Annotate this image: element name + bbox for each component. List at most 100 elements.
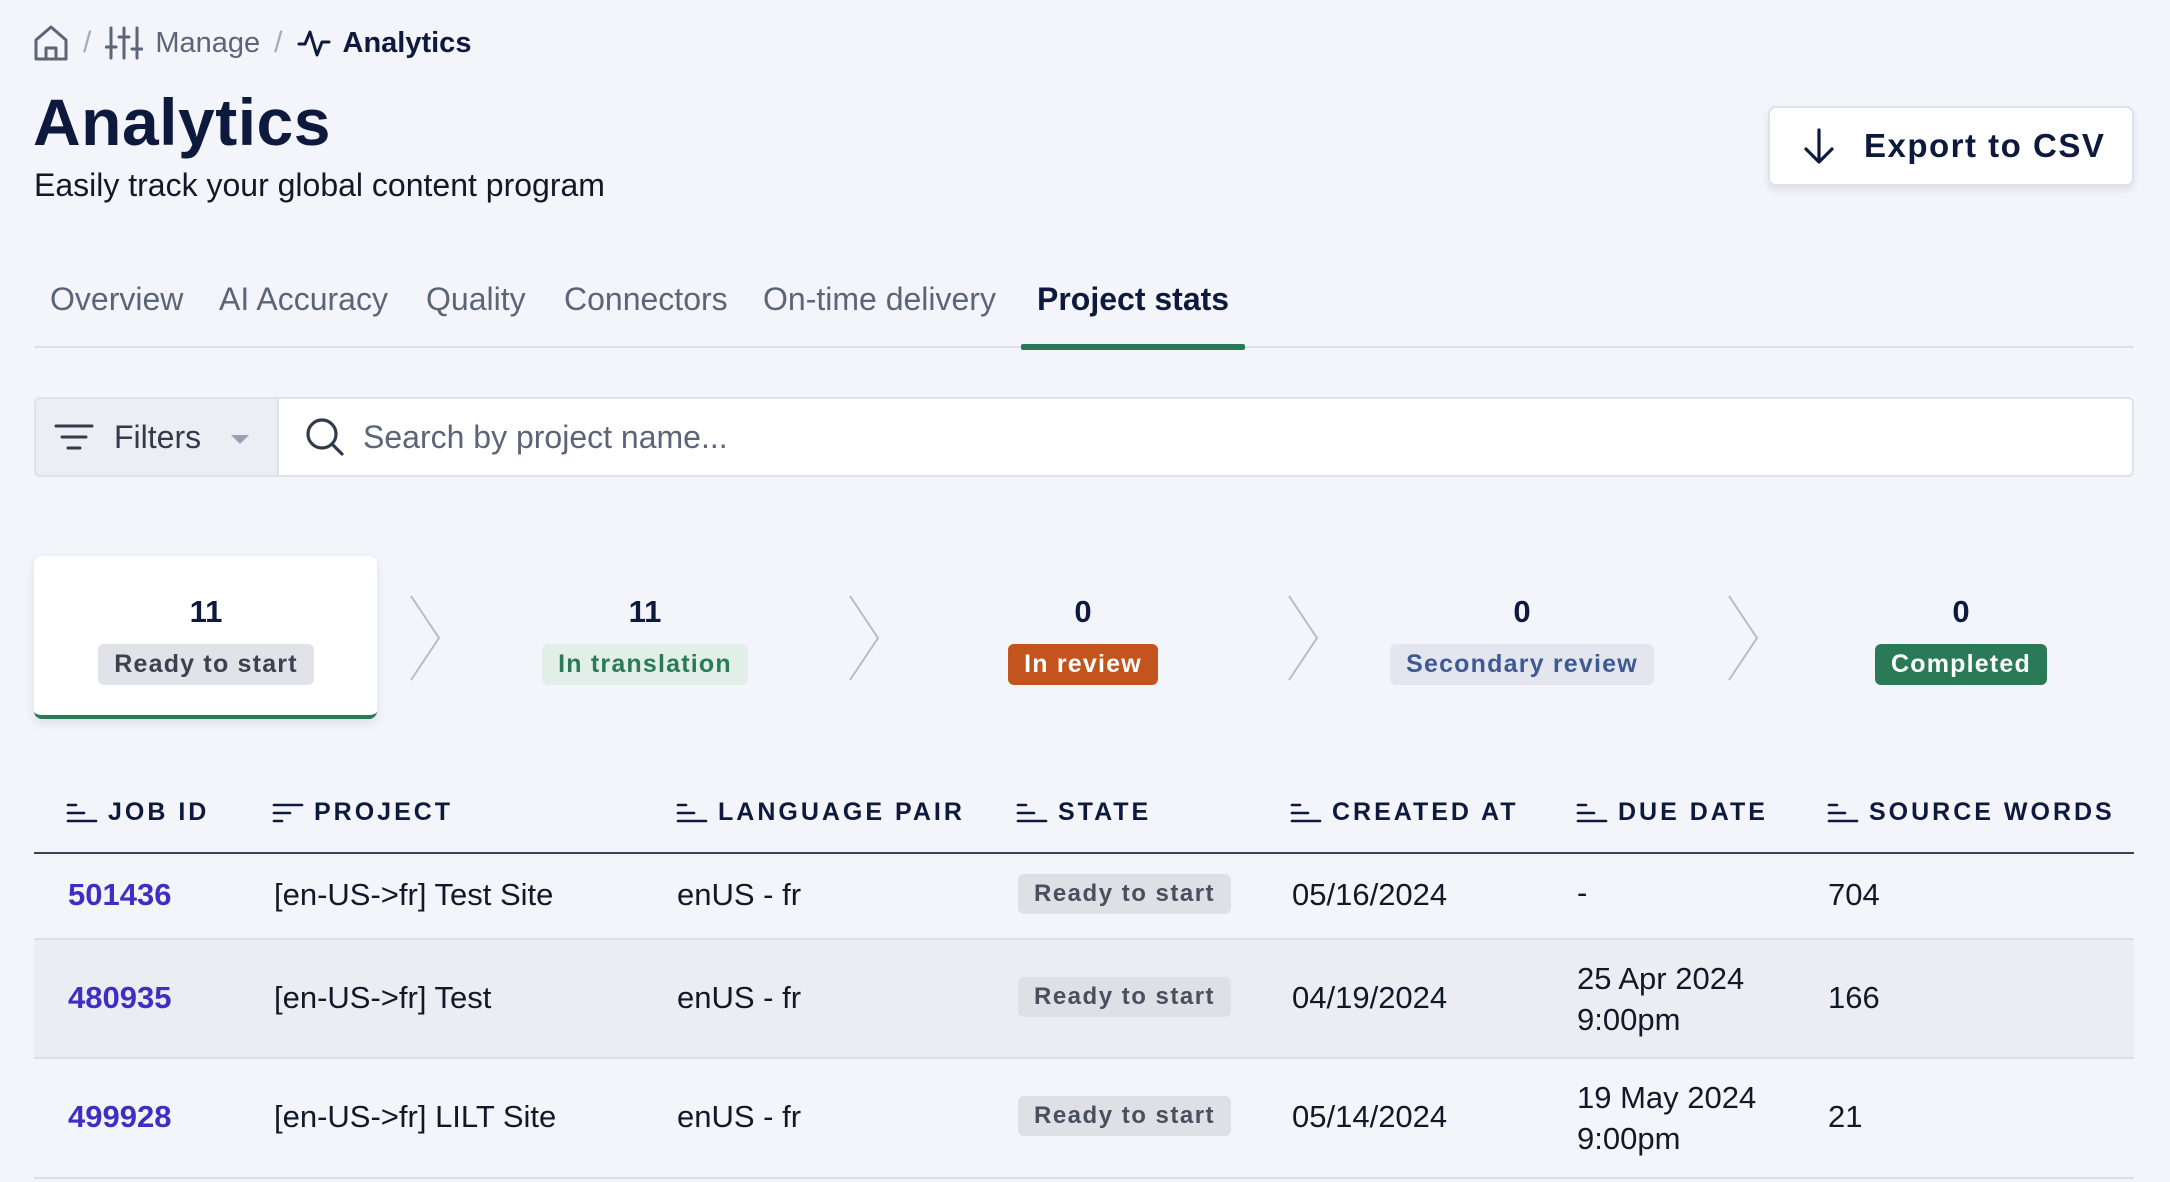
state-badge: Ready to start bbox=[1018, 873, 1232, 914]
tab-label: Project stats bbox=[1037, 281, 1230, 317]
download-arrow-icon bbox=[1800, 126, 1864, 166]
tab-on-time-delivery[interactable]: On-time delivery bbox=[763, 270, 996, 348]
due-time-line: 9:00pm bbox=[1577, 1121, 1681, 1156]
state-badge: Ready to start bbox=[1018, 1095, 1232, 1136]
home-icon[interactable] bbox=[33, 24, 69, 62]
stage-badge: In review bbox=[1008, 644, 1158, 685]
breadcrumb-manage[interactable]: Manage bbox=[105, 25, 260, 61]
column-header-language-pair[interactable]: LANGUAGE PAIR bbox=[676, 798, 965, 827]
due-time-line: 9:00pm bbox=[1577, 1002, 1681, 1037]
state-badge: Ready to start bbox=[1018, 976, 1232, 1017]
job-id-link[interactable]: 480935 bbox=[68, 980, 171, 1016]
sort-icon bbox=[1827, 803, 1859, 822]
page-title: Analytics bbox=[33, 85, 331, 159]
project-name: [en-US->fr] Test Site bbox=[274, 877, 554, 912]
chevron-right-icon bbox=[1728, 595, 1759, 681]
export-csv-button[interactable]: Export to CSV bbox=[1768, 106, 2134, 186]
analytics-tabs: Overview AI Accuracy Quality Connectors … bbox=[34, 270, 2134, 350]
column-header-project[interactable]: PROJECT bbox=[272, 798, 453, 827]
stage-badge: In translation bbox=[542, 644, 748, 685]
breadcrumb-manage-label: Manage bbox=[155, 26, 261, 59]
stage-completed[interactable]: 0 Completed bbox=[1811, 594, 2111, 685]
stage-secondary-review[interactable]: 0 Secondary review bbox=[1372, 594, 1672, 685]
due-date: 25 Apr 2024 9:00pm bbox=[1577, 958, 1744, 1040]
sliders-icon bbox=[105, 25, 144, 61]
column-label: PROJECT bbox=[314, 798, 454, 826]
breadcrumb-separator: / bbox=[83, 26, 92, 59]
filter-lines-icon bbox=[54, 421, 94, 453]
export-csv-label: Export to CSV bbox=[1864, 127, 2106, 164]
job-id-link[interactable]: 501436 bbox=[68, 877, 171, 913]
table-row[interactable]: 501436 [en-US->fr] Test Site enUS - fr R… bbox=[34, 854, 2134, 940]
due-date-line: 19 May 2024 bbox=[1577, 1080, 1757, 1115]
source-words: 21 bbox=[1828, 1099, 1863, 1134]
column-header-job-id[interactable]: JOB ID bbox=[66, 798, 209, 827]
stage-badge: Ready to start bbox=[98, 644, 314, 685]
tab-label: Connectors bbox=[564, 281, 728, 317]
column-header-due-date[interactable]: DUE DATE bbox=[1576, 798, 1768, 827]
state-label: Ready to start bbox=[1018, 1096, 1232, 1136]
column-label: JOB ID bbox=[108, 798, 210, 826]
sort-icon bbox=[1016, 803, 1048, 822]
stage-ready-to-start[interactable]: 11 Ready to start bbox=[56, 594, 356, 685]
chevron-right-icon bbox=[410, 595, 441, 681]
sort-icon bbox=[66, 803, 98, 822]
column-header-created-at[interactable]: CREATED AT bbox=[1290, 798, 1518, 827]
language-pair: enUS - fr bbox=[677, 980, 802, 1015]
sort-icon bbox=[272, 803, 304, 822]
tab-label: On-time delivery bbox=[763, 281, 996, 317]
table-row[interactable]: 499928 [en-US->fr] LILT Site enUS - fr R… bbox=[34, 1059, 2134, 1179]
stage-count: 11 bbox=[628, 594, 662, 629]
source-words: 704 bbox=[1828, 877, 1880, 912]
column-label: STATE bbox=[1058, 798, 1152, 826]
stage-count: 0 bbox=[1513, 594, 1531, 629]
state-label: Ready to start bbox=[1018, 874, 1232, 914]
tab-label: AI Accuracy bbox=[219, 281, 388, 317]
due-date-line: - bbox=[1577, 875, 1588, 910]
stage-count: 0 bbox=[1952, 594, 1970, 629]
due-date: 19 May 2024 9:00pm bbox=[1577, 1077, 1756, 1159]
stage-badge: Completed bbox=[1875, 644, 2047, 685]
search-bar bbox=[279, 397, 2134, 477]
tab-connectors[interactable]: Connectors bbox=[564, 270, 728, 348]
sort-icon bbox=[676, 803, 708, 822]
created-at: 04/19/2024 bbox=[1292, 980, 1448, 1015]
projects-table: JOB ID PROJECT LANGUAGE PAIR STATE CREAT… bbox=[34, 780, 2134, 1179]
state-label: Ready to start bbox=[1018, 977, 1232, 1017]
tab-quality[interactable]: Quality bbox=[426, 270, 526, 348]
table-row[interactable]: 480935 [en-US->fr] Test enUS - fr Ready … bbox=[34, 940, 2134, 1059]
stage-in-review[interactable]: 0 In review bbox=[933, 594, 1233, 685]
breadcrumb: / Manage / Analytics bbox=[33, 22, 471, 64]
chevron-right-icon bbox=[849, 595, 880, 681]
activity-icon bbox=[297, 28, 331, 58]
tab-project-stats[interactable]: Project stats bbox=[1021, 270, 1246, 350]
job-id-link[interactable]: 499928 bbox=[68, 1099, 171, 1135]
filters-label: Filters bbox=[114, 418, 202, 455]
language-pair: enUS - fr bbox=[677, 877, 802, 912]
column-label: CREATED AT bbox=[1332, 798, 1519, 826]
stage-in-translation[interactable]: 11 In translation bbox=[495, 594, 795, 685]
table-header: JOB ID PROJECT LANGUAGE PAIR STATE CREAT… bbox=[34, 780, 2134, 854]
stage-badge: Secondary review bbox=[1390, 644, 1654, 685]
column-label: SOURCE WORDS bbox=[1869, 798, 2115, 826]
sort-icon bbox=[1576, 803, 1608, 822]
chevron-right-icon bbox=[1288, 595, 1319, 681]
source-words: 166 bbox=[1828, 980, 1880, 1015]
stage-count: 0 bbox=[1074, 594, 1092, 629]
search-input[interactable] bbox=[363, 418, 2063, 456]
created-at: 05/14/2024 bbox=[1292, 1099, 1448, 1134]
sort-icon bbox=[1290, 803, 1322, 822]
breadcrumb-current: Analytics bbox=[297, 27, 471, 60]
tab-overview[interactable]: Overview bbox=[50, 270, 183, 348]
due-date-line: 25 Apr 2024 bbox=[1577, 961, 1745, 996]
tab-ai-accuracy[interactable]: AI Accuracy bbox=[219, 270, 388, 348]
chevron-down-icon bbox=[231, 435, 249, 444]
column-header-source-words[interactable]: SOURCE WORDS bbox=[1827, 798, 2115, 827]
tab-label: Overview bbox=[50, 281, 184, 317]
language-pair: enUS - fr bbox=[677, 1099, 802, 1134]
page-subtitle: Easily track your global content program bbox=[34, 167, 605, 203]
column-header-state[interactable]: STATE bbox=[1016, 798, 1151, 827]
column-label: DUE DATE bbox=[1618, 798, 1768, 826]
filters-dropdown[interactable]: Filters bbox=[34, 397, 279, 477]
due-date: - bbox=[1577, 872, 1587, 913]
